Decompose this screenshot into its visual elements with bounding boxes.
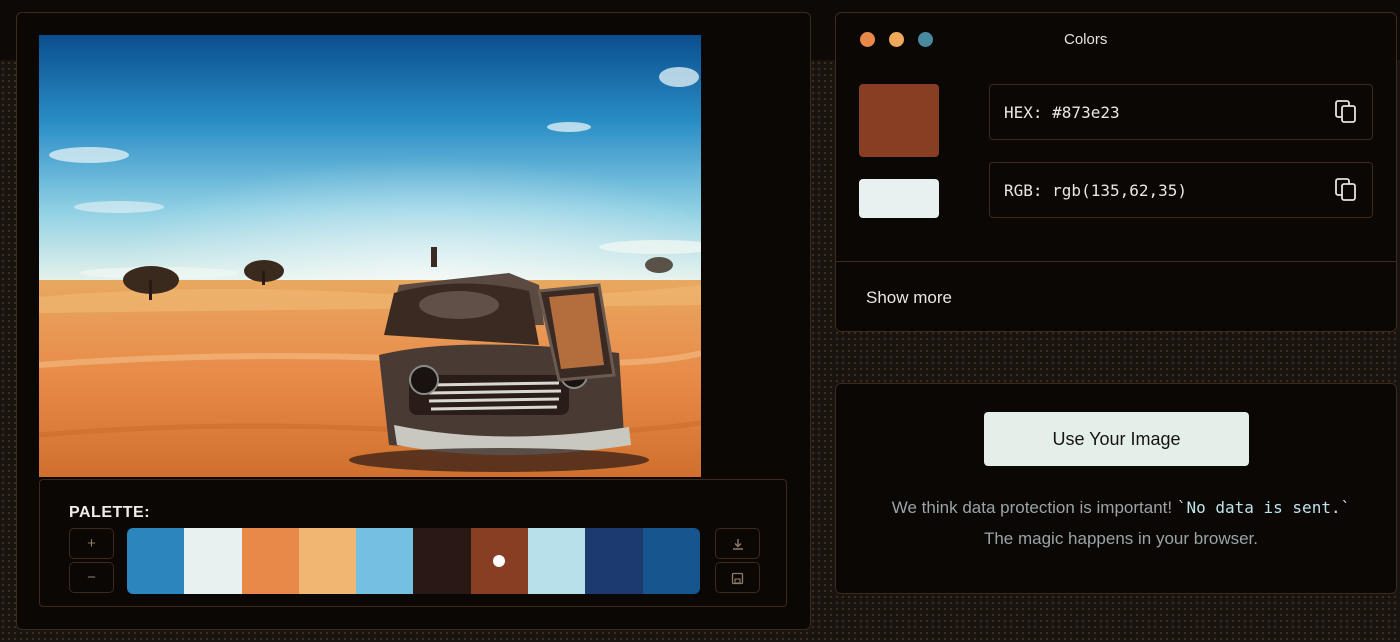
privacy-notice: We think data protection is important! `… <box>876 492 1366 554</box>
palette-swatch[interactable] <box>528 528 586 594</box>
window-dot-3 <box>918 32 933 47</box>
palette-swatch[interactable] <box>356 528 414 594</box>
palette-swatch[interactable] <box>184 528 242 594</box>
show-more-button[interactable]: Show more <box>866 288 952 308</box>
remove-color-button[interactable]: − <box>69 562 114 593</box>
hex-field: HEX: #873e23 <box>989 84 1373 140</box>
palette-swatch[interactable] <box>642 528 700 594</box>
palette-swatch[interactable] <box>470 528 529 594</box>
palette-swatch[interactable] <box>585 528 643 594</box>
desert-car-photo <box>39 35 701 477</box>
palette-swatch[interactable] <box>241 528 299 594</box>
rgb-field: RGB: rgb(135,62,35) <box>989 162 1373 218</box>
colors-title: Colors <box>1064 31 1108 48</box>
colors-card: Colors HEX: #873e23 RGB: rgb(135,62,35) … <box>835 12 1397 332</box>
privacy-text-start: We think data protection is important! <box>891 498 1177 517</box>
use-your-image-button[interactable]: Use Your Image <box>984 412 1249 466</box>
palette-swatch[interactable] <box>298 528 357 594</box>
copy-rgb-icon[interactable] <box>1334 177 1358 203</box>
palette-label: PALETTE: <box>69 504 151 521</box>
selected-color-swatch <box>859 84 939 157</box>
download-palette-button[interactable] <box>715 528 760 559</box>
contrast-color-swatch <box>859 179 939 218</box>
hex-value: HEX: #873e23 <box>1004 103 1120 122</box>
download-icon <box>732 539 743 550</box>
image-card: PALETTE: + − <box>16 12 811 630</box>
add-color-button[interactable]: + <box>69 528 114 559</box>
copy-hex-icon[interactable] <box>1334 99 1358 125</box>
window-dot-2 <box>889 32 904 47</box>
palette-swatches <box>127 528 700 594</box>
rgb-value: RGB: rgb(135,62,35) <box>1004 181 1188 200</box>
divider <box>836 261 1396 262</box>
upload-card: Use Your Image We think data protection … <box>835 383 1397 594</box>
privacy-code: `No data is sent.` <box>1176 498 1351 517</box>
save-palette-button[interactable] <box>715 562 760 593</box>
privacy-text-end: The magic happens in your browser. <box>983 529 1259 548</box>
window-dot-1 <box>860 32 875 47</box>
selected-indicator <box>493 555 506 567</box>
palette-swatch[interactable] <box>127 528 185 594</box>
palette-swatch[interactable] <box>413 528 471 594</box>
source-image <box>39 35 701 477</box>
save-icon <box>731 572 744 584</box>
palette-panel: PALETTE: + − <box>39 479 787 607</box>
